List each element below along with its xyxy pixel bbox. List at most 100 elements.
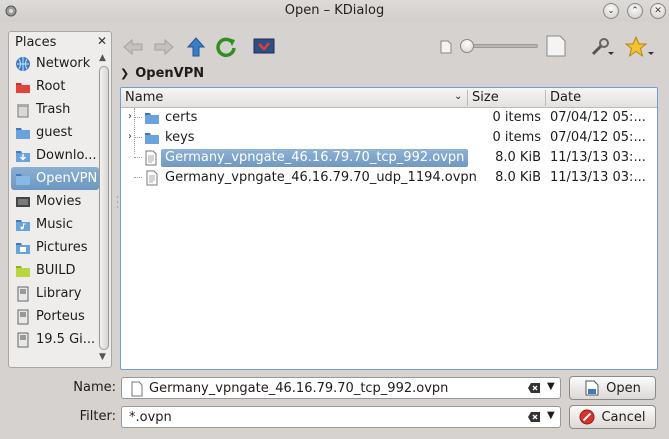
trash-icon bbox=[17, 103, 29, 117]
expand-icon[interactable]: › bbox=[128, 111, 132, 122]
scroll-thumb[interactable] bbox=[99, 66, 109, 350]
cancel-label: Cancel bbox=[601, 409, 646, 425]
open-button[interactable]: Open bbox=[569, 376, 656, 400]
expand-icon[interactable]: › bbox=[128, 131, 132, 142]
place-label: 19.5 Gi... bbox=[36, 332, 96, 347]
drive-icon bbox=[17, 309, 29, 324]
column-header: Name ⌄ Size Date bbox=[121, 88, 657, 108]
place-label: Pictures bbox=[36, 240, 88, 255]
tree-branch bbox=[134, 177, 142, 178]
file-date: 07/04/12 05:... bbox=[550, 110, 646, 125]
zoom-slider[interactable] bbox=[458, 36, 538, 56]
place-drive-19gb[interactable]: 19.5 Gi... bbox=[11, 328, 99, 351]
bookmarks-button[interactable] bbox=[625, 36, 655, 58]
name-label: Name: bbox=[73, 380, 116, 395]
place-music[interactable]: Music bbox=[11, 213, 99, 236]
place-porteus[interactable]: Porteus bbox=[11, 305, 99, 328]
file-view[interactable]: Name ⌄ Size Date › certs 0 items 07/04/1… bbox=[120, 87, 658, 370]
place-label: BUILD bbox=[36, 263, 76, 278]
drive-icon bbox=[17, 332, 29, 347]
sort-chevron-icon[interactable]: ⌄ bbox=[454, 91, 462, 102]
network-icon bbox=[16, 56, 30, 71]
pictures-folder-icon bbox=[16, 242, 30, 254]
places-scrollbar[interactable]: ▲ ▼ bbox=[98, 52, 110, 366]
column-date[interactable]: Date bbox=[550, 90, 581, 105]
filter-combobox[interactable]: *.ovpn ▼ bbox=[121, 406, 561, 428]
column-size[interactable]: Size bbox=[472, 90, 499, 105]
file-icon bbox=[146, 170, 158, 186]
title-bar: Open – KDialog ⌄ ⌃ ✕ bbox=[0, 0, 669, 22]
file-icon bbox=[145, 150, 157, 166]
name-input[interactable]: Germany_vpngate_46.16.79.70_tcp_992.ovpn bbox=[149, 381, 448, 396]
table-row[interactable]: Germany_vpngate_46.16.79.70_tcp_992.ovpn… bbox=[121, 148, 657, 168]
options-menu-button[interactable] bbox=[589, 36, 617, 58]
place-label: Library bbox=[36, 286, 82, 301]
minimize-button[interactable]: ⌃ bbox=[627, 3, 643, 19]
root-folder-icon bbox=[16, 82, 30, 93]
reload-button[interactable] bbox=[215, 36, 237, 58]
place-build[interactable]: BUILD bbox=[11, 259, 99, 282]
place-trash[interactable]: Trash bbox=[11, 98, 99, 121]
column-divider[interactable] bbox=[545, 90, 546, 106]
breadcrumb[interactable]: ❯ OpenVPN bbox=[120, 64, 204, 82]
column-divider[interactable] bbox=[467, 90, 468, 106]
preview-icon bbox=[253, 38, 275, 54]
file-date: 11/13/13 03:... bbox=[550, 150, 646, 165]
preview-button[interactable] bbox=[253, 36, 275, 58]
name-combobox[interactable]: Germany_vpngate_46.16.79.70_tcp_992.ovpn… bbox=[121, 377, 561, 399]
place-library[interactable]: Library bbox=[11, 282, 99, 305]
chevron-right-icon: ❯ bbox=[120, 66, 130, 80]
cancel-button[interactable]: Cancel bbox=[569, 405, 656, 429]
forward-button[interactable] bbox=[153, 36, 175, 58]
clear-icon[interactable] bbox=[527, 411, 541, 423]
place-network[interactable]: Network bbox=[11, 52, 99, 75]
chevron-up-icon: ⌃ bbox=[631, 6, 639, 16]
dropdown-chevron-icon[interactable]: ▼ bbox=[547, 381, 555, 392]
breadcrumb-current[interactable]: OpenVPN bbox=[135, 66, 204, 81]
slider-handle[interactable] bbox=[460, 39, 474, 53]
column-name[interactable]: Name bbox=[125, 90, 163, 105]
openvpn-folder-icon bbox=[16, 173, 30, 185]
place-openvpn[interactable]: OpenVPN bbox=[11, 167, 99, 190]
place-label: Music bbox=[36, 217, 73, 232]
home-folder-icon bbox=[16, 127, 30, 139]
splitter-handle[interactable]: · · · bbox=[116, 194, 119, 213]
file-list: › certs 0 items 07/04/12 05:... › keys 0… bbox=[121, 108, 657, 188]
help-button[interactable]: ⌄ bbox=[603, 3, 619, 19]
place-root[interactable]: Root bbox=[11, 75, 99, 98]
table-row[interactable]: › certs 0 items 07/04/12 05:... bbox=[121, 108, 657, 128]
file-name: Germany_vpngate_46.16.79.70_tcp_992.ovpn bbox=[161, 149, 469, 167]
place-label: OpenVPN bbox=[36, 171, 98, 186]
table-row[interactable]: › keys 0 items 07/04/12 05:... bbox=[121, 128, 657, 148]
chevron-down-icon: ⌄ bbox=[607, 6, 615, 16]
clear-icon[interactable] bbox=[527, 382, 541, 394]
scroll-up-icon[interactable]: ▲ bbox=[99, 53, 106, 63]
cancel-icon bbox=[579, 409, 595, 425]
close-places-icon[interactable]: ✕ bbox=[97, 34, 107, 48]
file-date: 11/13/13 03:... bbox=[550, 170, 646, 185]
table-row[interactable]: Germany_vpngate_46.16.79.70_udp_1194.ovp… bbox=[121, 168, 657, 188]
place-label: Porteus bbox=[36, 309, 85, 324]
file-name: certs bbox=[165, 110, 198, 125]
downloads-folder-icon bbox=[16, 150, 30, 162]
close-window-button[interactable]: ✕ bbox=[650, 3, 666, 19]
place-label: Root bbox=[36, 79, 66, 94]
drive-icon bbox=[17, 286, 29, 301]
tools-icon bbox=[591, 38, 614, 56]
movies-icon bbox=[16, 196, 30, 207]
back-button[interactable] bbox=[122, 36, 144, 58]
scroll-down-icon[interactable]: ▼ bbox=[99, 352, 106, 362]
zoom-in-icon bbox=[546, 35, 566, 57]
tree-branch bbox=[134, 157, 142, 158]
place-downloads[interactable]: Downlo... bbox=[11, 144, 99, 167]
place-guest[interactable]: guest bbox=[11, 121, 99, 144]
place-pictures[interactable]: Pictures bbox=[11, 236, 99, 259]
places-panel: Places ✕ Network Root Trash guest Downlo… bbox=[8, 31, 112, 368]
dropdown-chevron-icon[interactable]: ▼ bbox=[547, 410, 555, 421]
arrow-left-icon bbox=[123, 38, 143, 56]
up-button[interactable] bbox=[185, 36, 207, 58]
filter-input[interactable]: *.ovpn bbox=[129, 410, 172, 425]
file-size: 0 items bbox=[492, 130, 541, 145]
tree-branch bbox=[134, 137, 142, 138]
place-movies[interactable]: Movies bbox=[11, 190, 99, 213]
